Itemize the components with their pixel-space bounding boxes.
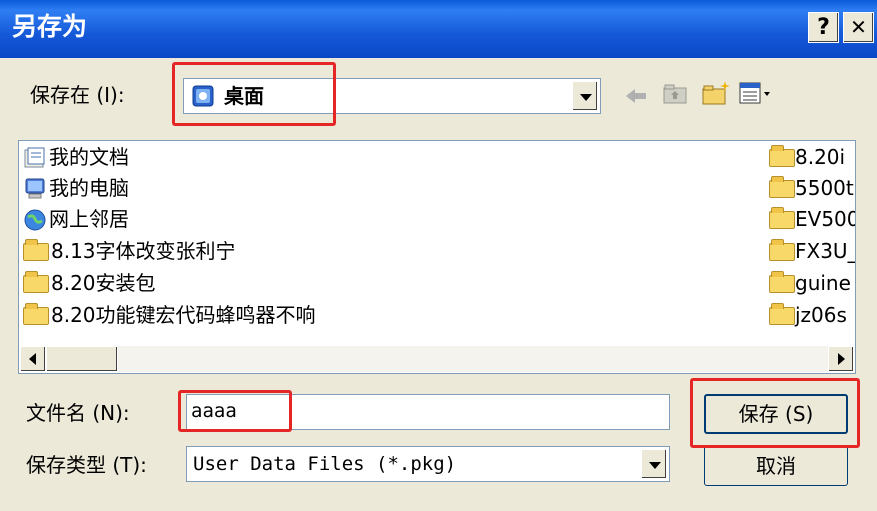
list-item[interactable]: guine — [769, 269, 855, 297]
title-bar[interactable]: 另存为 ? ✕ — [0, 0, 877, 58]
chevron-left-icon — [29, 353, 36, 365]
list-item[interactable]: FX3U_ — [769, 237, 855, 265]
list-item[interactable]: jz06s — [769, 301, 855, 329]
list-item[interactable]: 8.20i — [769, 143, 855, 171]
chevron-down-icon[interactable] — [641, 449, 667, 479]
save-button[interactable]: 保存 (S) — [704, 394, 848, 434]
network-places-icon — [23, 208, 47, 239]
close-button[interactable]: ✕ — [843, 12, 874, 43]
scroll-left-button[interactable] — [20, 346, 46, 372]
folder-icon — [769, 207, 795, 229]
save-in-value: 桌面 — [224, 84, 264, 108]
list-item[interactable]: 5500t — [769, 174, 855, 202]
new-folder-icon[interactable] — [700, 79, 732, 111]
filename-label: 文件名 (N): — [26, 401, 130, 425]
file-list[interactable]: 我的文档 我的电脑 网上邻居 8.13字体改变张利宁 8.20安装包 8.20功… — [18, 140, 856, 374]
folder-icon — [769, 239, 795, 261]
back-arrow-icon[interactable] — [622, 84, 650, 112]
chevron-down-icon[interactable] — [572, 81, 598, 111]
save-in-label: 保存在 (I): — [30, 83, 125, 107]
folder-icon — [769, 271, 795, 293]
filename-input[interactable]: aaaa — [186, 394, 670, 430]
save-as-dialog: 另存为 ? ✕ 保存在 (I): 桌面 我的文档 我的电脑 网上邻居 8.13字… — [0, 0, 877, 511]
save-in-combo[interactable]: 桌面 — [183, 78, 601, 114]
folder-icon — [23, 303, 49, 325]
help-button[interactable]: ? — [808, 12, 839, 43]
folder-icon — [769, 176, 795, 198]
folder-icon — [23, 271, 49, 293]
my-documents-icon — [23, 147, 47, 176]
horizontal-scrollbar[interactable] — [20, 346, 854, 372]
up-folder-icon[interactable] — [661, 81, 689, 111]
filetype-label: 保存类型 (T): — [26, 453, 147, 477]
filetype-value: User Data Files (*.pkg) — [193, 453, 457, 475]
filetype-combo[interactable]: User Data Files (*.pkg) — [186, 446, 670, 482]
list-item[interactable]: EV500 — [769, 205, 855, 233]
my-computer-icon — [23, 177, 47, 208]
folder-icon — [769, 303, 795, 325]
scroll-right-button[interactable] — [828, 346, 854, 372]
scroll-thumb[interactable] — [46, 346, 118, 372]
folder-icon — [769, 145, 795, 167]
window-title: 另存为 — [12, 12, 88, 41]
folder-icon — [23, 239, 49, 261]
view-menu-icon[interactable] — [738, 81, 774, 109]
cancel-button[interactable]: 取消 — [704, 446, 848, 486]
desktop-icon — [192, 85, 214, 111]
chevron-right-icon — [838, 353, 845, 365]
